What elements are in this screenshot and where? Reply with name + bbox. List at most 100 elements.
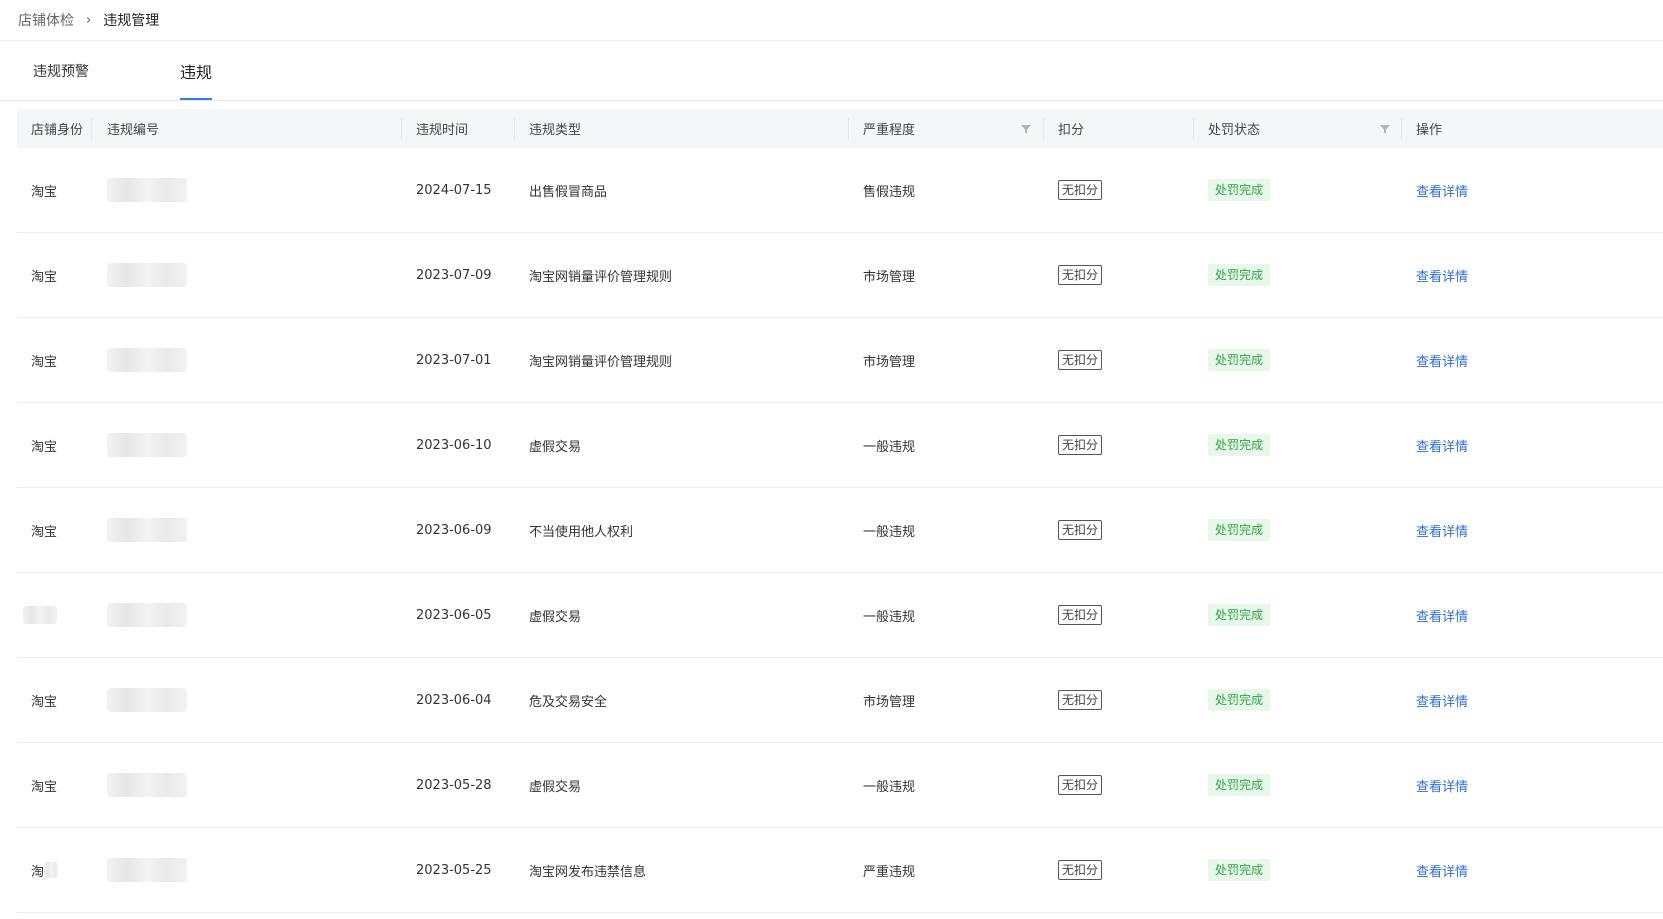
view-details-link[interactable]: 查看详情 [1416,606,1468,625]
view-details-link[interactable]: 查看详情 [1416,776,1468,795]
deduct-badge: 无扣分 [1058,860,1103,880]
cell-time: 2023-05-28 [416,777,492,793]
cell-time: 2023-06-09 [416,522,492,538]
cell-severity: 售假违规 [863,184,916,200]
deduct-badge: 无扣分 [1058,520,1103,540]
filter-icon[interactable] [1020,123,1032,135]
redacted-number [107,178,187,202]
breadcrumb-separator: › [86,12,92,28]
cell-type: 虚假交易 [529,439,582,455]
cell-action: 查看详情 [1416,743,1468,827]
redacted-number [107,773,187,797]
status-badge: 处罚完成 [1208,264,1271,286]
status-badge: 处罚完成 [1208,349,1271,371]
filter-icon[interactable] [1379,123,1391,135]
cell-type: 淘宝网发布违禁信息 [529,864,647,880]
cell-number [107,148,187,232]
cell-number [107,573,187,657]
view-details-link[interactable]: 查看详情 [1416,436,1468,455]
cell-status: 处罚完成 [1208,743,1271,827]
cell-status: 处罚完成 [1208,573,1271,657]
cell-time: 2023-06-05 [416,607,492,623]
cell-number [107,658,187,742]
cell-identity: 淘宝 [31,694,58,710]
cell-deduct: 无扣分 [1058,403,1103,487]
view-details-link[interactable]: 查看详情 [1416,181,1468,200]
cell-severity: 一般违规 [863,609,916,625]
cell-deduct: 无扣分 [1058,828,1103,912]
cell-severity: 一般违规 [863,524,916,540]
tab-bar: 违规预警 违规 [0,41,1663,101]
cell-type: 虚假交易 [529,779,582,795]
view-details-link[interactable]: 查看详情 [1416,861,1468,880]
cell-time: 2023-07-09 [416,267,492,283]
cell-status: 处罚完成 [1208,828,1271,912]
cell-identity: 淘宝 [31,779,58,795]
cell-time: 2023-07-01 [416,352,492,368]
deduct-badge: 无扣分 [1058,605,1103,625]
redacted-number [107,348,187,372]
cell-severity: 一般违规 [863,779,916,795]
table-row: 淘 2023-05-25 淘宝网发布违禁信息 严重违规 无扣分 处罚完成 查看详… [17,828,1663,913]
cell-time: 2023-05-25 [416,862,492,878]
cell-type: 出售假冒商品 [529,184,608,200]
cell-time: 2023-06-04 [416,692,492,708]
cell-severity: 市场管理 [863,694,916,710]
cell-identity: 淘宝 [31,184,58,200]
view-details-link[interactable]: 查看详情 [1416,266,1468,285]
cell-number [107,403,187,487]
status-badge: 处罚完成 [1208,689,1271,711]
cell-deduct: 无扣分 [1058,743,1103,827]
cell-status: 处罚完成 [1208,488,1271,572]
breadcrumb: 店铺体检 › 违规管理 [0,0,1663,41]
redacted-number [107,603,187,627]
cell-deduct: 无扣分 [1058,488,1103,572]
cell-status: 处罚完成 [1208,318,1271,402]
deduct-badge: 无扣分 [1058,775,1103,795]
col-divider [1401,118,1402,139]
cell-severity: 一般违规 [863,439,916,455]
cell-type: 淘宝网销量评价管理规则 [529,269,673,285]
tab-violation-warning[interactable]: 违规预警 [33,41,89,100]
col-divider [514,118,515,139]
cell-action: 查看详情 [1416,318,1468,402]
col-divider [401,118,402,139]
col-header-deduct: 扣分 [1058,123,1085,138]
cell-identity [23,573,57,657]
view-details-link[interactable]: 查看详情 [1416,691,1468,710]
status-badge: 处罚完成 [1208,179,1271,201]
cell-time: 2024-07-15 [416,182,492,198]
cell-type: 虚假交易 [529,609,582,625]
cell-severity: 市场管理 [863,354,916,370]
cell-type: 淘宝网销量评价管理规则 [529,354,673,370]
deduct-badge: 无扣分 [1058,265,1103,285]
deduct-badge: 无扣分 [1058,690,1103,710]
cell-status: 处罚完成 [1208,233,1271,317]
redacted-identity [44,862,59,878]
deduct-badge: 无扣分 [1058,350,1103,370]
table-row: 淘宝 2023-07-01 淘宝网销量评价管理规则 市场管理 无扣分 处罚完成 … [17,318,1663,403]
cell-identity: 淘宝 [31,269,58,285]
table-header: 店铺身份 违规编号 违规时间 违规类型 严重程度 扣分 处罚状态 操作 [17,109,1663,148]
view-details-link[interactable]: 查看详情 [1416,351,1468,370]
cell-identity-text: 淘 [31,864,45,880]
col-header-severity: 严重程度 [863,123,916,138]
table-row: 淘宝 2023-06-04 危及交易安全 市场管理 无扣分 处罚完成 查看详情 [17,658,1663,743]
col-divider [91,118,92,139]
col-divider [848,118,849,139]
status-badge: 处罚完成 [1208,774,1271,796]
breadcrumb-parent[interactable]: 店铺体检 [18,10,74,30]
cell-action: 查看详情 [1416,233,1468,317]
col-header-time: 违规时间 [416,123,469,138]
view-details-link[interactable]: 查看详情 [1416,521,1468,540]
col-header-action: 操作 [1416,123,1443,138]
cell-deduct: 无扣分 [1058,318,1103,402]
tab-violations[interactable]: 违规 [180,41,213,100]
cell-deduct: 无扣分 [1058,233,1103,317]
deduct-badge: 无扣分 [1058,180,1103,200]
cell-action: 查看详情 [1416,488,1468,572]
col-divider [1043,118,1044,139]
col-divider [1193,118,1194,139]
cell-number [107,743,187,827]
redacted-number [107,263,187,287]
